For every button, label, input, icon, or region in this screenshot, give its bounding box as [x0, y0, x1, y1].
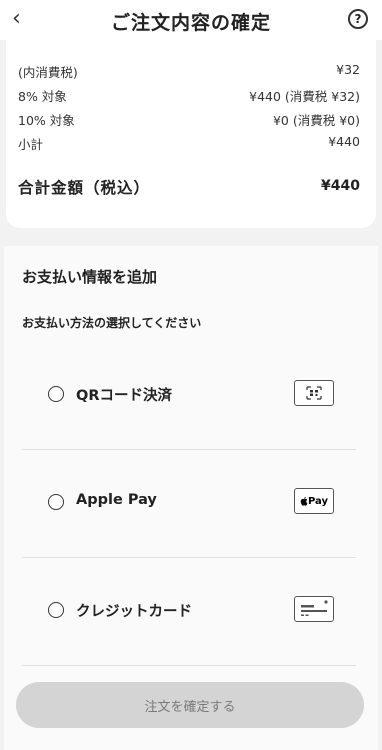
- order-summary-card: (内消費税) ¥32 8% 対象 ¥440 (消費税 ¥32) 10% 対象 ¥…: [6, 40, 376, 228]
- payment-section: お支払い情報を追加 お支払い方法の選択してください QRコード決済 Apple …: [4, 246, 378, 750]
- credit-card-icon: [294, 596, 334, 622]
- confirm-order-button[interactable]: 注文を確定する: [16, 682, 364, 728]
- radio-button[interactable]: [48, 602, 64, 618]
- page-title: ご注文内容の確定: [110, 12, 271, 34]
- apple-logo-icon: [300, 497, 308, 506]
- payment-title: お支払い情報を追加: [22, 268, 158, 286]
- radio-button[interactable]: [48, 494, 64, 510]
- payment-subtitle: お支払い方法の選択してください: [22, 316, 202, 330]
- apple-pay-icon: Pay: [294, 488, 334, 514]
- payment-option-label: Apple Pay: [76, 492, 157, 508]
- summary-value: ¥0 (消費税 ¥0): [272, 113, 360, 128]
- total-value: ¥440: [321, 178, 360, 194]
- qr-code-icon: [294, 380, 334, 406]
- payment-option-label: QRコード決済: [76, 388, 172, 404]
- summary-value: ¥32: [336, 62, 360, 77]
- top-bar: ‹ ご注文内容の確定 ?: [0, 0, 382, 40]
- summary-value: ¥440 (消費税 ¥32): [249, 89, 360, 104]
- summary-label: 小計: [18, 137, 44, 152]
- payment-option-label: クレジットカード: [76, 604, 192, 620]
- summary-value: ¥440: [328, 134, 360, 149]
- payment-option-credit-card[interactable]: クレジットカード: [22, 558, 356, 666]
- payment-option-qr[interactable]: QRコード決済: [22, 342, 356, 450]
- divider: [22, 665, 356, 666]
- total-label: 合計金額（税込）: [18, 179, 151, 197]
- apple-pay-icon-text: Pay: [307, 495, 329, 507]
- summary-label: (内消費税): [18, 65, 78, 80]
- summary-label: 10% 対象: [18, 113, 75, 128]
- radio-button[interactable]: [48, 386, 64, 402]
- payment-option-apple-pay[interactable]: Apple Pay Pay: [22, 450, 356, 558]
- help-icon[interactable]: ?: [348, 9, 368, 29]
- summary-label: 8% 対象: [18, 89, 67, 104]
